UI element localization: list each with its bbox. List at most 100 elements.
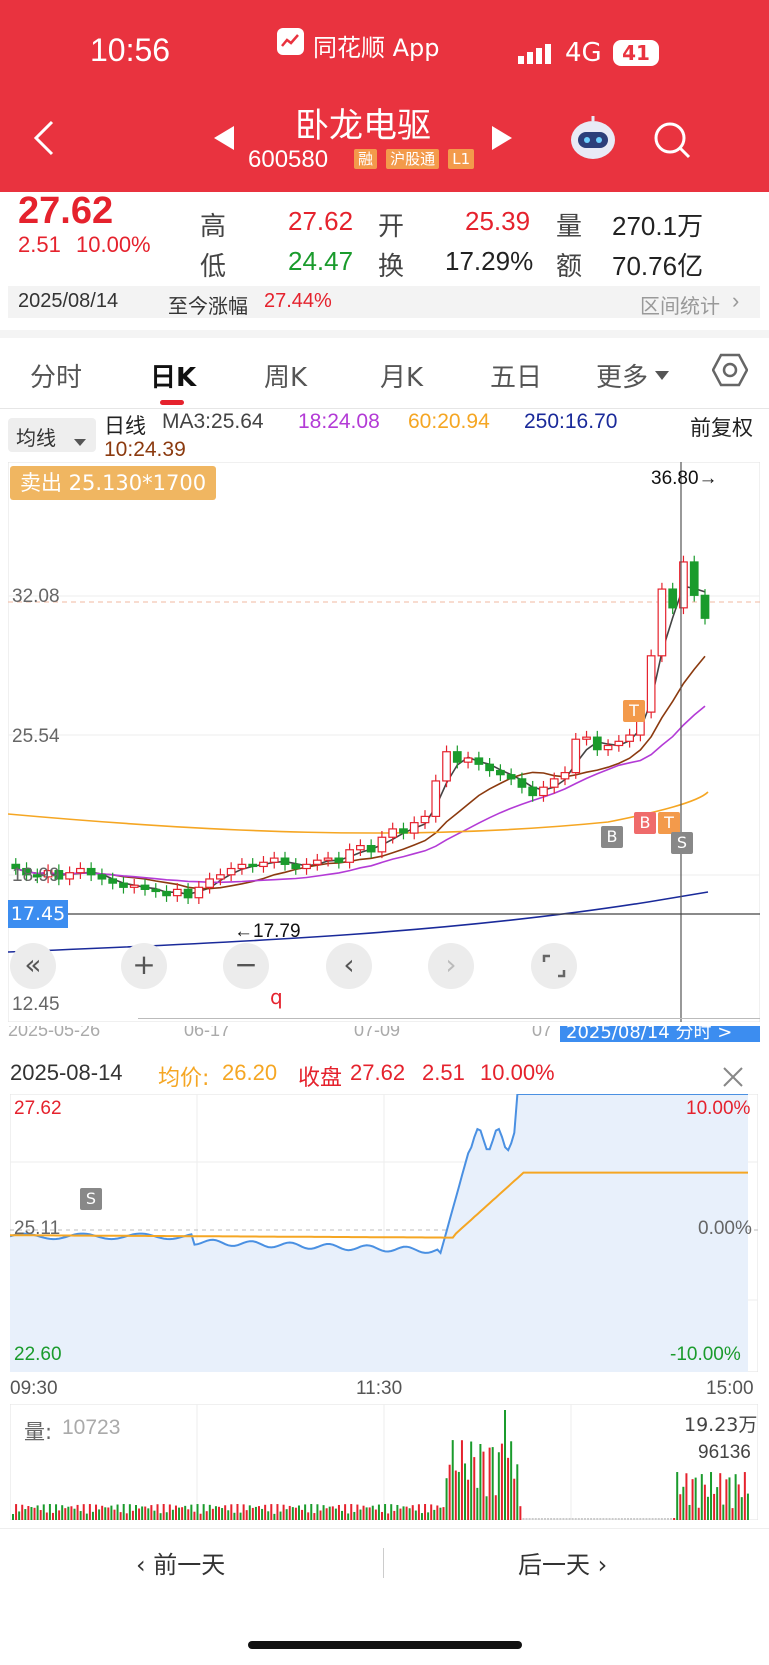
volume-bar	[697, 1507, 700, 1520]
volume-chart[interactable]: 量: 10723 19.23万 96136	[9, 1403, 759, 1521]
adjust-mode[interactable]: 前复权	[690, 412, 753, 442]
back-icon[interactable]	[30, 118, 60, 162]
candle-body	[172, 888, 182, 897]
range-label: 至今涨幅	[168, 294, 248, 318]
intraday-y-bot: 22.60	[14, 1344, 62, 1365]
volume-bar	[162, 1504, 165, 1520]
tab-more[interactable]: 更多	[596, 357, 648, 394]
ma-selector[interactable]: 均线	[8, 418, 96, 452]
kline-chart[interactable]: 卖出 25.130*1700 32.08 25.54 18.99 12.45 1…	[7, 461, 761, 1023]
volume-bar	[593, 1518, 596, 1520]
volume-bar	[45, 1512, 48, 1520]
zoom-far-left-button[interactable]: «	[10, 943, 56, 989]
volume-bar	[408, 1508, 411, 1520]
volume-bar	[365, 1507, 368, 1520]
volume-bar	[156, 1504, 159, 1520]
volume-bar	[387, 1513, 390, 1520]
tab-five-day[interactable]: 五日	[490, 357, 542, 394]
candle-body	[323, 857, 333, 861]
volume-bar	[540, 1518, 543, 1520]
ma3-value: MA3:25.64	[162, 410, 264, 433]
volume-bar	[737, 1484, 740, 1520]
volume-bar	[451, 1440, 454, 1520]
volume-bar	[202, 1504, 205, 1520]
time-open: 09:30	[10, 1378, 58, 1399]
candle-body	[409, 822, 419, 834]
volume-bar	[141, 1506, 144, 1520]
robot-assistant-icon[interactable]	[568, 114, 618, 166]
candle-body	[312, 859, 322, 865]
tab-intraday[interactable]: 分时	[30, 357, 82, 394]
volume-bar	[583, 1518, 586, 1520]
volume-bar	[654, 1518, 657, 1520]
candle-body	[216, 874, 225, 880]
scroll-right-button[interactable]: ›	[428, 943, 474, 989]
volume-bar	[651, 1518, 654, 1520]
volume-bar	[310, 1504, 313, 1520]
volume-bar	[660, 1518, 663, 1520]
volume-bar	[504, 1410, 506, 1520]
volume-bar	[227, 1510, 230, 1520]
intraday-signal-s: S	[80, 1188, 102, 1210]
tab-daily-k[interactable]: 日K	[150, 357, 196, 394]
zoom-out-button[interactable]: −	[223, 943, 269, 989]
fullscreen-button[interactable]	[531, 943, 577, 989]
ma-period: 日线	[104, 414, 146, 438]
scroll-left-button[interactable]: ‹	[326, 943, 372, 989]
tab-weekly-k[interactable]: 周K	[264, 357, 307, 394]
volume-bar	[294, 1507, 297, 1520]
volume-bar	[476, 1487, 479, 1520]
volume-bar	[107, 1507, 110, 1520]
candle-body	[625, 734, 634, 742]
candle-body	[366, 844, 376, 853]
volume-bar	[648, 1518, 651, 1520]
volume-bar	[611, 1518, 614, 1520]
range-bar[interactable]: 2025/08/14 至今涨幅 27.44% 区间统计 ›	[8, 286, 760, 318]
volume-label: 量	[556, 212, 583, 242]
volume-bar	[76, 1504, 79, 1520]
prev-stock-icon[interactable]	[212, 124, 236, 156]
volume-bar	[417, 1504, 420, 1520]
candle-body	[668, 588, 678, 609]
volume-bar	[55, 1504, 58, 1520]
tab-monthly-k[interactable]: 月K	[380, 357, 423, 394]
volume-max: 19.23万	[684, 1414, 758, 1436]
volume-bar	[556, 1518, 559, 1520]
price-change-pct: 10.00%	[76, 232, 151, 257]
prev-day-button[interactable]: ‹ 前一天	[136, 1545, 225, 1580]
volume-bar	[239, 1512, 242, 1520]
volume-bar	[703, 1484, 706, 1520]
volume-bar	[740, 1497, 743, 1520]
volume-bar	[254, 1506, 257, 1520]
zoom-in-button[interactable]: +	[121, 943, 167, 989]
next-stock-icon[interactable]	[490, 124, 514, 156]
battery-level: 41	[622, 41, 650, 65]
volume-bar	[623, 1518, 626, 1520]
search-icon[interactable]	[652, 120, 692, 164]
candle-body	[119, 882, 128, 888]
volume-bar	[725, 1479, 728, 1520]
candle-body	[560, 771, 570, 780]
app-name: 同花顺 App	[313, 34, 440, 62]
settings-hexagon-icon[interactable]	[711, 352, 749, 392]
volume-bar	[12, 1514, 14, 1520]
volume-bar	[633, 1518, 636, 1520]
y-label-12: 12.45	[12, 994, 60, 1015]
volume-bar	[88, 1504, 91, 1520]
candle-body	[442, 751, 451, 782]
close-icon[interactable]	[722, 1066, 744, 1092]
volume-bar	[288, 1505, 291, 1520]
range-stats-link[interactable]: 区间统计	[640, 290, 720, 319]
next-day-button[interactable]: 后一天 ›	[518, 1545, 607, 1580]
turnover-value: 17.29%	[445, 246, 534, 276]
volume-bar	[168, 1504, 171, 1520]
detail-tag[interactable]: 2025/08/14 分时 >	[560, 1026, 760, 1042]
volume-bar	[587, 1518, 590, 1520]
chevron-left-icon: ‹	[136, 1551, 154, 1579]
volume-bar	[377, 1504, 380, 1520]
intraday-chart[interactable]: 27.62 25.11 22.60 10.00% 0.00% -10.00% S	[9, 1093, 759, 1373]
volume-bar	[531, 1518, 534, 1520]
volume-bar	[101, 1505, 104, 1520]
volume-bar	[113, 1509, 116, 1520]
signal-b-tag: B	[634, 812, 656, 834]
